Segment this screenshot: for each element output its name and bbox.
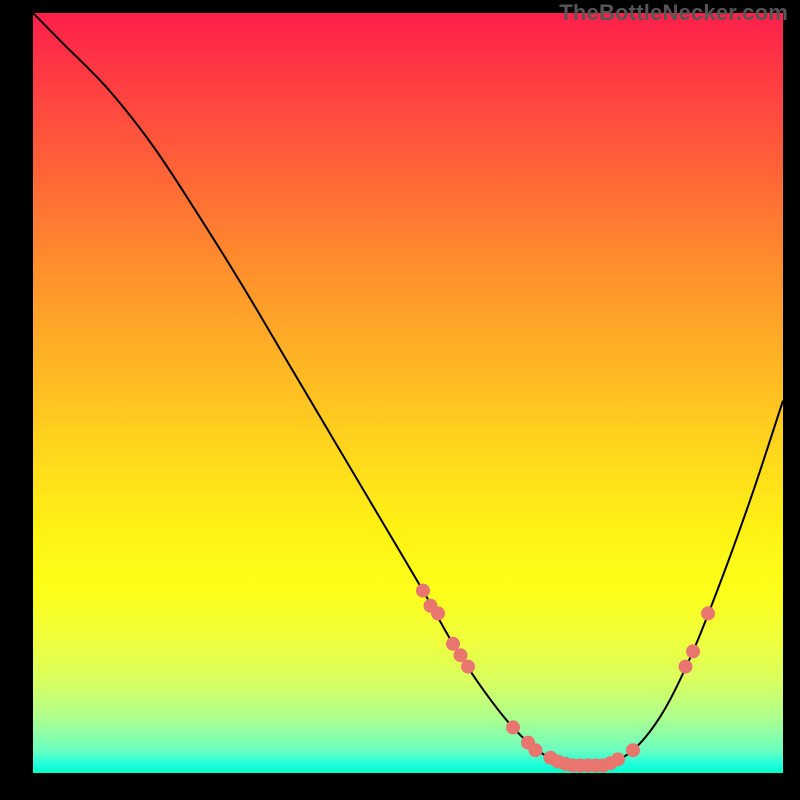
data-marker: [701, 606, 715, 620]
watermark-text: TheBottleNecker.com: [559, 0, 788, 26]
data-marker: [454, 648, 468, 662]
data-marker: [611, 752, 625, 766]
bottleneck-curve: [33, 13, 783, 767]
data-marker: [626, 743, 640, 757]
data-marker: [446, 637, 460, 651]
data-marker: [686, 644, 700, 658]
marker-group: [416, 584, 715, 773]
chart-svg: [33, 13, 783, 773]
data-marker: [431, 606, 445, 620]
data-marker: [506, 720, 520, 734]
data-marker: [529, 743, 543, 757]
data-marker: [461, 660, 475, 674]
data-marker: [679, 660, 693, 674]
chart-container: [33, 13, 783, 773]
data-marker: [416, 584, 430, 598]
